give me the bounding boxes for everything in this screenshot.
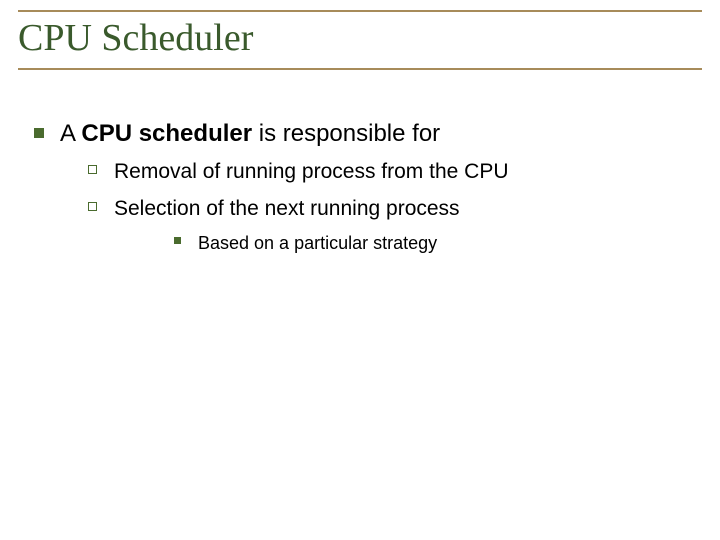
- bullet-level2: Selection of the next running process Ba…: [88, 195, 684, 256]
- level1-post: is responsible for: [252, 120, 440, 147]
- bullet-level3: Based on a particular strategy: [174, 231, 684, 255]
- title-block: CPU Scheduler: [18, 10, 702, 70]
- slide-title: CPU Scheduler: [18, 14, 702, 66]
- level2-text-1: Selection of the next running process: [114, 197, 460, 220]
- bullet-level2: Removal of running process from the CPU: [88, 158, 684, 186]
- body-content: A CPU scheduler is responsible for Remov…: [34, 118, 684, 265]
- slide: CPU Scheduler A CPU scheduler is respons…: [0, 0, 720, 540]
- hollow-square-bullet-icon: [88, 202, 97, 211]
- title-rule-top: [18, 10, 702, 12]
- hollow-square-bullet-icon: [88, 165, 97, 174]
- small-square-bullet-icon: [174, 237, 181, 244]
- level1-text: A CPU scheduler is responsible for: [60, 120, 440, 147]
- level1-bold: CPU scheduler: [81, 120, 252, 147]
- square-bullet-icon: [34, 128, 44, 138]
- title-rule-bottom: [18, 68, 702, 70]
- level1-pre: A: [60, 120, 81, 147]
- level3-text: Based on a particular strategy: [198, 233, 437, 253]
- level2-text-0: Removal of running process from the CPU: [114, 160, 509, 183]
- bullet-level1: A CPU scheduler is responsible for Remov…: [34, 118, 684, 255]
